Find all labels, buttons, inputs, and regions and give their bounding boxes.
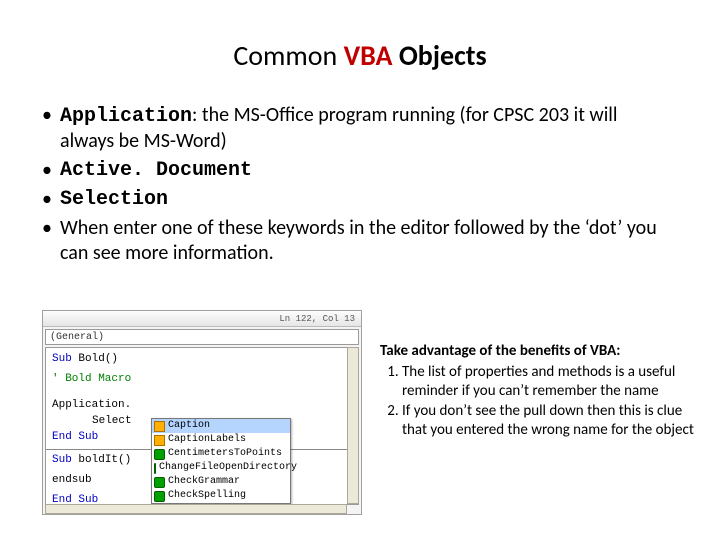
code-line: Sub Bold() [52, 352, 352, 368]
combo-value: (General) [50, 332, 104, 343]
code-line: Application. [52, 398, 352, 414]
bullet-dot: • [42, 187, 60, 212]
intellisense-item[interactable]: ChangeFileOpenDirectory [152, 461, 290, 475]
title-vba: VBA [344, 38, 393, 73]
dot-info-text: When enter one of these keywords in the … [60, 216, 672, 266]
intellisense-item[interactable]: CaptionLabels [152, 433, 290, 447]
method-icon [154, 477, 165, 488]
benefit-item: The list of properties and methods is a … [402, 363, 706, 401]
intellisense-item[interactable]: Caption [152, 419, 290, 433]
bullet-dot-info: • When enter one of these keywords in th… [42, 216, 672, 266]
property-icon [154, 421, 165, 432]
bullet-selection: • Selection [42, 187, 672, 212]
benefit-item: If you don’t see the pull down then this… [402, 402, 706, 440]
vertical-scrollbar[interactable] [347, 347, 359, 504]
horizontal-scrollbar[interactable] [45, 504, 347, 514]
editor-toolbar: Ln 122, Col 13 [43, 311, 361, 327]
method-icon [154, 463, 156, 474]
code-area[interactable]: Sub Bold() ' Bold Macro Application. Sel… [45, 347, 359, 505]
code-comment: ' Bold Macro [52, 372, 352, 388]
method-icon [154, 449, 165, 460]
intellisense-popup[interactable]: Caption CaptionLabels CentimetersToPoint… [151, 418, 291, 504]
vba-editor: Ln 122, Col 13 (General) Sub Bold() ' Bo… [42, 310, 362, 515]
benefits-lead: Take advantage of the benefits of VBA: [380, 342, 706, 361]
benefits-block: Take advantage of the benefits of VBA: T… [380, 310, 710, 515]
benefits-list: The list of properties and methods is a … [380, 363, 706, 440]
bullet-application: • Application: the MS-Office program run… [42, 103, 672, 154]
intellisense-item[interactable]: CentimetersToPoints [152, 447, 290, 461]
status-text: Ln 122, Col 13 [279, 314, 355, 324]
bullets: • Application: the MS-Office program run… [0, 103, 720, 266]
method-icon [154, 491, 165, 502]
proc-combo[interactable]: (General) [45, 329, 359, 345]
bullet-text: Application: the MS-Office program runni… [60, 103, 672, 154]
intellisense-item[interactable]: CheckGrammar [152, 475, 290, 489]
slide-title: Common VBA Objects [0, 0, 720, 103]
intellisense-item[interactable]: CheckSpelling [152, 489, 290, 503]
bullet-activedocument: • Active. Document [42, 158, 672, 183]
bullet-dot: • [42, 216, 60, 266]
lower-row: Ln 122, Col 13 (General) Sub Bold() ' Bo… [42, 310, 710, 515]
activedoc-label: Active. Document [60, 158, 672, 183]
app-label: Application [60, 105, 192, 128]
property-icon [154, 435, 165, 446]
bullet-dot: • [42, 103, 60, 154]
title-objects: Objects [393, 38, 487, 73]
selection-label: Selection [60, 187, 672, 212]
title-common: Common [233, 38, 343, 73]
bullet-dot: • [42, 158, 60, 183]
